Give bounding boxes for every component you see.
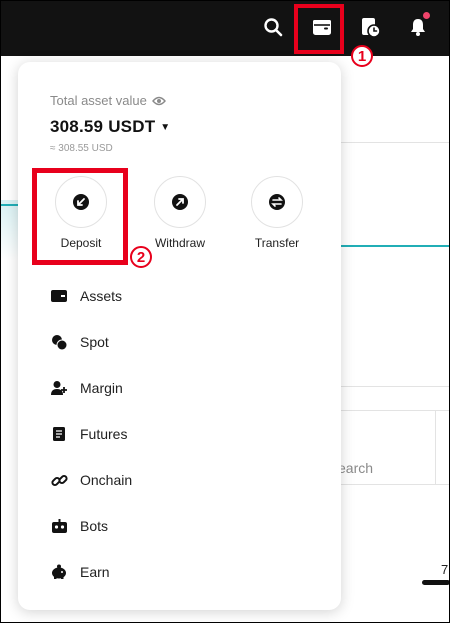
piggy-bank-icon bbox=[50, 563, 68, 581]
annotation-step-1: 1 bbox=[351, 45, 373, 67]
annotation-step-2: 2 bbox=[130, 246, 152, 268]
caret-down-icon[interactable]: ▼ bbox=[160, 122, 170, 133]
search-input-partial[interactable]: earch bbox=[338, 460, 373, 476]
menu-item-margin[interactable]: Margin bbox=[50, 365, 320, 411]
transfer-arrows-icon bbox=[268, 193, 286, 211]
chart-line-right bbox=[340, 245, 450, 247]
divider bbox=[340, 386, 450, 387]
coins-icon bbox=[50, 333, 68, 351]
menu-item-assets[interactable]: Assets bbox=[50, 273, 320, 319]
menu-item-bots[interactable]: Bots bbox=[50, 503, 320, 549]
futures-doc-icon bbox=[50, 425, 68, 443]
divider bbox=[340, 410, 450, 411]
menu-item-label: Bots bbox=[80, 518, 109, 534]
notification-dot bbox=[423, 12, 430, 19]
menu-item-label: Onchain bbox=[80, 472, 133, 488]
chain-link-icon bbox=[50, 471, 68, 489]
divider bbox=[340, 484, 450, 485]
menu-item-onchain[interactable]: Onchain bbox=[50, 457, 320, 503]
balance-display[interactable]: 308.59 USDT ▼ bbox=[50, 117, 170, 137]
menu-item-label: Spot bbox=[80, 334, 109, 350]
partial-number: 7 bbox=[441, 562, 449, 577]
bell-icon[interactable] bbox=[405, 12, 431, 40]
menu-item-label: Earn bbox=[80, 564, 110, 580]
menu-item-spot[interactable]: Spot bbox=[50, 319, 320, 365]
balance-currency: USDT bbox=[108, 117, 156, 136]
withdraw-button[interactable]: Withdraw bbox=[140, 176, 220, 250]
chart-line-left bbox=[0, 204, 20, 206]
eye-icon[interactable] bbox=[151, 96, 166, 106]
wallet-icon bbox=[50, 287, 68, 305]
search-icon[interactable] bbox=[260, 14, 286, 40]
margin-user-icon bbox=[50, 379, 68, 397]
balance-approx: ≈ 308.55 USD bbox=[50, 143, 113, 154]
robot-icon bbox=[50, 517, 68, 535]
annotation-highlight-wallet bbox=[294, 4, 344, 54]
order-history-icon[interactable] bbox=[357, 14, 383, 40]
withdraw-label: Withdraw bbox=[154, 236, 205, 250]
divider bbox=[340, 142, 450, 143]
top-navigation-bar bbox=[0, 0, 450, 56]
withdraw-arrow-icon bbox=[171, 193, 189, 211]
menu-item-label: Futures bbox=[80, 426, 128, 442]
scroll-indicator bbox=[422, 580, 450, 585]
chart-area-fill bbox=[0, 200, 20, 260]
wallet-menu: Assets Spot Margin Futures Onchain Bots … bbox=[50, 273, 320, 595]
transfer-label: Transfer bbox=[254, 236, 300, 250]
menu-item-label: Assets bbox=[80, 288, 123, 304]
menu-item-earn[interactable]: Earn bbox=[50, 549, 320, 595]
balance-amount: 308.59 bbox=[50, 117, 104, 136]
wallet-dropdown-panel: Total asset value 308.59 USDT ▼ ≈ 308.55… bbox=[18, 62, 341, 610]
transfer-button[interactable]: Transfer bbox=[237, 176, 317, 250]
total-asset-label: Total asset value bbox=[50, 93, 166, 108]
annotation-highlight-deposit bbox=[32, 168, 128, 265]
divider bbox=[435, 410, 436, 485]
menu-item-futures[interactable]: Futures bbox=[50, 411, 320, 457]
menu-item-label: Margin bbox=[80, 380, 123, 396]
